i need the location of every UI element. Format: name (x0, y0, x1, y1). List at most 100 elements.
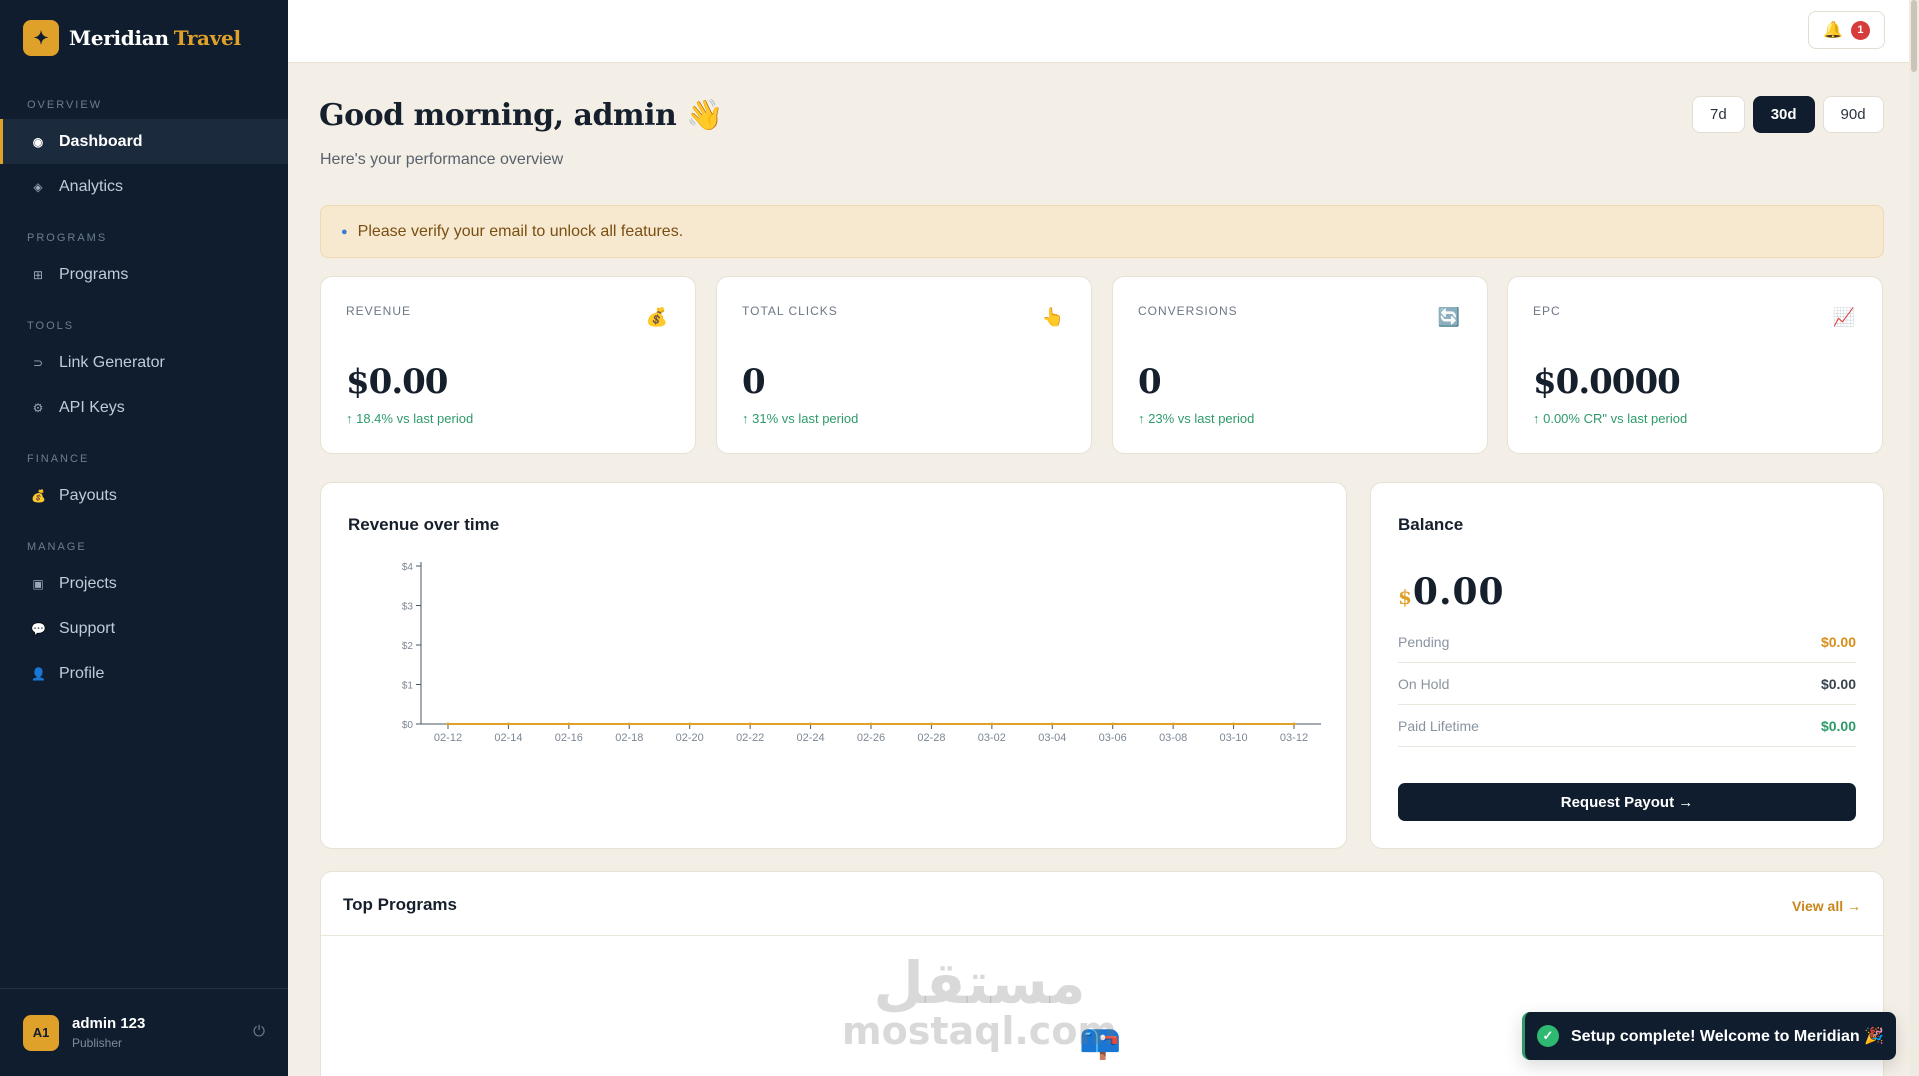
chat-bubble-icon: 💬 (31, 621, 46, 636)
stat-card-epc: EPC 📈 $0.0000 ↑ 0.00% CR" vs last period (1507, 276, 1883, 454)
refresh-icon: 🔄 (1437, 306, 1461, 327)
x-tick-label: 02-26 (857, 732, 885, 744)
brand-logo-icon: ✦ (23, 20, 59, 56)
sidebar-item-support[interactable]: 💬 Support (0, 606, 288, 651)
stat-value: 0 (742, 362, 766, 402)
nav-section-title: FINANCE (27, 453, 90, 465)
range-30d-button[interactable]: 30d (1752, 96, 1815, 133)
x-tick-label: 02-24 (797, 732, 825, 744)
sidebar-item-analytics[interactable]: ◈ Analytics (0, 164, 288, 209)
sidebar-item-payouts[interactable]: 💰 Payouts (0, 473, 288, 518)
sidebar-nav: OVERVIEW ◉ Dashboard ◈ Analytics PROGRAMS ⊞ Pro… (0, 76, 288, 696)
revenue-data-point (567, 722, 571, 726)
request-payout-button[interactable]: Request Payout → (1398, 783, 1856, 821)
stat-value: $0.0000 (1533, 362, 1681, 402)
brand-name-primary: Meridian (69, 26, 169, 50)
revenue-data-point (446, 722, 450, 726)
sidebar-item-label: Profile (59, 664, 105, 682)
revenue-data-point (1292, 722, 1296, 726)
sidebar-item-projects[interactable]: ▣ Projects (0, 561, 288, 606)
balance-value: 0.00 (1412, 571, 1505, 613)
balance-row-value: $0.00 (1820, 633, 1856, 650)
pointing-hand-icon: 👆 (1041, 306, 1065, 327)
sidebar-item-programs[interactable]: ⊞ Programs (0, 252, 288, 297)
stat-delta: ↑ 31% vs last period (742, 411, 859, 426)
money-bag-icon: 💰 (31, 488, 46, 503)
toast-text: Setup complete! Welcome to Meridian 🎉 (1571, 1028, 1885, 1045)
view-all-link[interactable]: View all → (1792, 898, 1861, 914)
notifications-button[interactable]: 🔔 1 (1808, 11, 1885, 49)
toast-notification[interactable]: ✓ Setup complete! Welcome to Meridian 🎉 (1522, 1012, 1896, 1060)
sidebar-item-profile[interactable]: 👤 Profile (0, 651, 288, 696)
y-tick-label: $4 (402, 562, 414, 573)
chart-up-icon: 📈 (1832, 306, 1856, 327)
check-icon: ✓ (1537, 1025, 1559, 1047)
y-tick-label: $3 (402, 602, 414, 613)
diamond-icon: ◈ (33, 179, 43, 194)
balance-row-on-hold: On Hold $0.00 (1398, 663, 1856, 705)
x-tick-label: 02-28 (917, 732, 945, 744)
alert-text: Please verify your email to unlock all f… (357, 222, 684, 240)
revenue-data-point (688, 722, 692, 726)
stat-label: CONVERSIONS (1138, 304, 1238, 318)
verify-email-alert: ● Please verify your email to unlock all… (320, 205, 1884, 258)
revenue-data-point (627, 722, 631, 726)
nav-section-title: MANAGE (27, 541, 87, 553)
user-meta: admin 123 Publisher (72, 1015, 145, 1050)
revenue-data-point (1050, 722, 1054, 726)
revenue-data-point (506, 722, 510, 726)
grid-icon: ⊞ (32, 267, 44, 282)
x-tick-label: 03-06 (1099, 732, 1127, 744)
sidebar-item-dashboard[interactable]: ◉ Dashboard (0, 119, 288, 164)
sidebar-item-api-keys[interactable]: ⚙ API Keys (0, 385, 288, 430)
bell-icon: 🔔 (1823, 22, 1843, 39)
y-tick-label: $1 (402, 681, 414, 692)
programs-title: Top Programs (343, 895, 457, 914)
range-90d-button[interactable]: 90d (1822, 96, 1884, 133)
x-tick-label: 02-20 (676, 732, 704, 744)
revenue-data-point (1111, 722, 1115, 726)
stat-card-total-clicks: TOTAL CLICKS 👆 0 ↑ 31% vs last period (716, 276, 1092, 454)
link-icon: ⊃ (32, 355, 44, 370)
stat-label: REVENUE (346, 304, 412, 318)
sidebar-item-label: Analytics (59, 177, 124, 195)
user-role: Publisher (72, 1036, 123, 1050)
scrollbar[interactable] (1909, 0, 1919, 1076)
balance-row-pending: Pending $0.00 (1398, 621, 1856, 663)
dot-icon: ◉ (32, 134, 44, 149)
range-7d-button[interactable]: 7d (1692, 96, 1745, 133)
balance-amount: $0.00 (1398, 571, 1505, 613)
watermark: مستقل mostaql.com (842, 954, 1118, 1053)
watermark-latin: mostaql.com (842, 1009, 1118, 1053)
money-bag-icon: 💰 (645, 306, 669, 327)
brand-name: Meridian Travel (69, 26, 241, 50)
revenue-data-point (929, 722, 933, 726)
y-tick-label: $2 (402, 641, 414, 652)
nav-section-title: TOOLS (27, 320, 75, 332)
sidebar-item-link-generator[interactable]: ⊃ Link Generator (0, 340, 288, 385)
brand[interactable]: ✦ Meridian Travel (0, 0, 288, 76)
sidebar-item-label: Dashboard (59, 132, 143, 150)
balance-row-value: $0.00 (1820, 675, 1856, 692)
balance-row-paid-lifetime: Paid Lifetime $0.00 (1398, 705, 1856, 747)
nav-section-title: PROGRAMS (27, 232, 108, 244)
stat-card-revenue: REVENUE 💰 $0.00 ↑ 18.4% vs last period (320, 276, 696, 454)
power-icon[interactable]: ⏻ (253, 1023, 265, 1040)
stat-card-conversions: CONVERSIONS 🔄 0 ↑ 23% vs last period (1112, 276, 1488, 454)
stat-value: 0 (1138, 362, 1162, 402)
topbar: 🔔 1 (288, 0, 1919, 63)
stat-delta: ↑ 18.4% vs last period (346, 411, 474, 426)
scrollbar-thumb[interactable] (1911, 0, 1917, 72)
balance-row-value: $0.00 (1820, 717, 1856, 734)
x-tick-label: 02-18 (615, 732, 643, 744)
balance-row-label: Paid Lifetime (1398, 717, 1479, 734)
x-tick-label: 02-12 (434, 732, 462, 744)
sidebar-item-label: Link Generator (59, 353, 165, 371)
user-profile[interactable]: A1 admin 123 Publisher ⏻ (0, 988, 288, 1076)
x-tick-label: 03-02 (978, 732, 1006, 744)
revenue-data-point (990, 722, 994, 726)
date-range-selector: 7d 30d 90d (1692, 96, 1884, 133)
stat-label: EPC (1533, 304, 1561, 318)
nav-section-title: OVERVIEW (27, 99, 103, 111)
currency-symbol: $ (1398, 585, 1413, 609)
